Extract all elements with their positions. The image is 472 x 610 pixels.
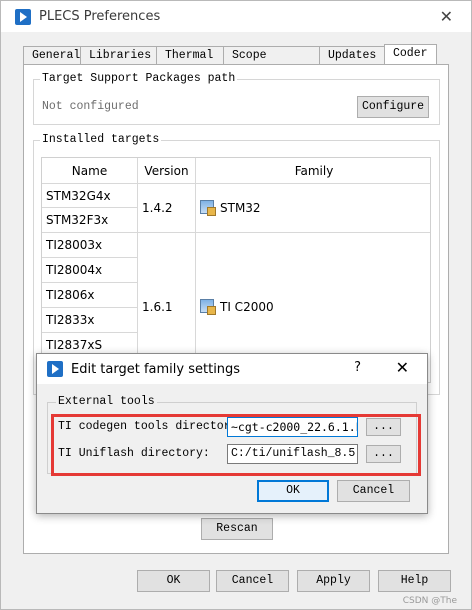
- tab-thermal[interactable]: Thermal: [156, 46, 223, 66]
- tab-updates[interactable]: Updates: [319, 46, 384, 66]
- installed-group-label: Installed targets: [40, 133, 162, 146]
- tab-libraries[interactable]: Libraries: [80, 46, 156, 66]
- table-row[interactable]: TI2833x: [42, 308, 138, 333]
- plecs-logo-icon: [47, 361, 63, 377]
- preferences-window: PLECS Preferences ✕ General Libraries Th…: [0, 0, 472, 610]
- targets-table: Name Version Family STM32G4x STM32F3x 1.…: [41, 157, 431, 383]
- tab-coder[interactable]: Coder: [384, 44, 437, 66]
- external-tools-label: External tools: [56, 395, 157, 408]
- family-label: STM32: [220, 201, 261, 215]
- help-button[interactable]: Help: [378, 570, 451, 592]
- tab-bar: General Libraries Thermal Scope Colors U…: [23, 44, 437, 80]
- column-header-version: Version: [138, 158, 196, 184]
- help-icon[interactable]: ?: [354, 360, 361, 375]
- window-title: PLECS Preferences: [39, 9, 161, 24]
- highlight-box: [51, 414, 421, 476]
- table-row[interactable]: TI2806x: [42, 283, 138, 308]
- family-icon: [200, 200, 216, 216]
- tsp-path-value: Not configured: [42, 100, 139, 113]
- table-row[interactable]: TI28004x: [42, 258, 138, 283]
- dialog-close-icon[interactable]: ✕: [396, 358, 409, 377]
- apply-button[interactable]: Apply: [297, 570, 370, 592]
- title-bar: PLECS Preferences ✕: [1, 1, 471, 32]
- table-row[interactable]: TI28003x: [42, 233, 138, 258]
- version-cell: 1.4.2: [138, 184, 196, 233]
- family-label: TI C2000: [220, 300, 274, 314]
- table-row[interactable]: STM32G4x: [42, 184, 138, 208]
- family-icon: [200, 299, 216, 315]
- dialog-title: Edit target family settings: [71, 361, 241, 377]
- table-row[interactable]: STM32F3x: [42, 208, 138, 233]
- tab-general[interactable]: General: [23, 46, 80, 66]
- column-header-family: Family: [196, 158, 430, 184]
- column-header-name: Name: [42, 158, 138, 184]
- cancel-button[interactable]: Cancel: [216, 570, 289, 592]
- ok-button[interactable]: OK: [137, 570, 210, 592]
- dialog-title-bar: Edit target family settings ? ✕: [37, 354, 427, 384]
- watermark: CSDN @The: [402, 596, 457, 606]
- close-icon[interactable]: ✕: [440, 7, 453, 26]
- tsp-group-label: Target Support Packages path: [40, 72, 238, 85]
- plecs-logo-icon: [15, 8, 31, 25]
- rescan-button[interactable]: Rescan: [201, 518, 273, 540]
- tab-scope-colors[interactable]: Scope Colors: [223, 46, 319, 80]
- configure-button[interactable]: Configure: [357, 96, 429, 118]
- dialog-ok-button[interactable]: OK: [257, 480, 329, 502]
- dialog-cancel-button[interactable]: Cancel: [337, 480, 410, 502]
- family-cell: STM32: [196, 184, 430, 233]
